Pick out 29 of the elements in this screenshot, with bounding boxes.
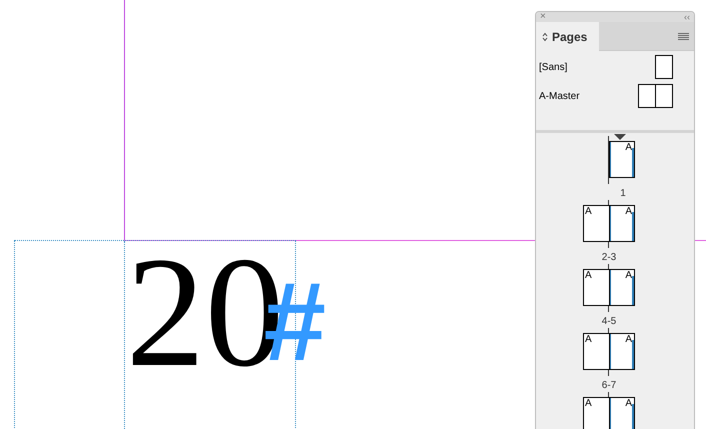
page-thumbnail[interactable]: A [583, 269, 609, 306]
page-thumbnail[interactable]: A [583, 397, 609, 429]
page-thumbnail[interactable]: A [609, 141, 635, 178]
sort-icon [542, 32, 548, 42]
page-thumbnail[interactable]: A [583, 205, 609, 242]
master-prefix: A [585, 334, 592, 345]
page-label: 2-3 [602, 252, 616, 263]
menu-icon[interactable] [678, 33, 689, 41]
master-page-thumbnail[interactable] [655, 55, 673, 79]
page-label: 4-5 [602, 316, 616, 327]
master-prefix: A [585, 270, 592, 281]
page-thumbnail[interactable]: A [609, 269, 635, 306]
master-spread-thumbnail[interactable] [638, 84, 673, 108]
page-label: 1 [620, 188, 626, 199]
master-name[interactable]: A-Master [539, 88, 580, 104]
page-thumbnail[interactable]: A [609, 205, 635, 242]
master-prefix: A [585, 206, 592, 217]
master-prefix: A [625, 398, 632, 409]
page-thumbnail[interactable]: A [583, 333, 609, 370]
master-prefix: A [625, 142, 632, 153]
page-label: 6-7 [602, 380, 616, 391]
master-prefix: A [625, 270, 632, 281]
master-name[interactable]: [Sans] [539, 60, 568, 74]
master-prefix: A [625, 334, 632, 345]
pages-tab[interactable]: Pages [536, 22, 599, 51]
master-prefix: A [625, 206, 632, 217]
master-prefix: A [585, 398, 592, 409]
page-thumbnail[interactable]: A [609, 333, 635, 370]
page-thumbnail[interactable]: A [609, 397, 635, 429]
